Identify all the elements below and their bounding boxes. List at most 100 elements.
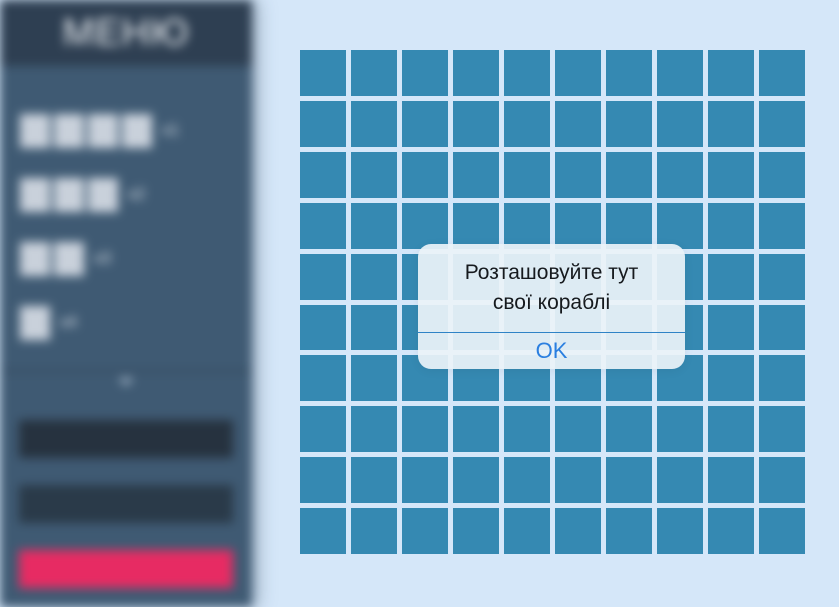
board-cell[interactable] — [504, 151, 550, 198]
board-cell[interactable] — [606, 151, 652, 198]
board-cell[interactable] — [351, 355, 397, 402]
board-cell[interactable] — [300, 253, 346, 300]
board-cell[interactable] — [300, 457, 346, 504]
ship-count: x1 — [162, 122, 179, 139]
board-cell[interactable] — [708, 151, 754, 198]
board-cell[interactable] — [453, 457, 499, 504]
board-cell[interactable] — [657, 151, 703, 198]
menu-title: МЕНЮ — [62, 11, 190, 54]
board-cell[interactable] — [759, 253, 805, 300]
board-cell[interactable] — [759, 100, 805, 147]
board-cell[interactable] — [453, 202, 499, 249]
ok-button[interactable]: OK — [418, 333, 685, 369]
board-cell[interactable] — [351, 304, 397, 351]
board-cell[interactable] — [300, 202, 346, 249]
ship-2-deck[interactable]: x3 — [20, 242, 252, 276]
ship-4-deck[interactable]: x1 — [20, 114, 252, 148]
board-cell[interactable] — [555, 50, 601, 96]
board-cell[interactable] — [759, 151, 805, 198]
board-cell[interactable] — [453, 406, 499, 453]
alert-message-line1: Розташовуйте тут — [464, 261, 639, 284]
board-cell[interactable] — [708, 50, 754, 96]
board-cell[interactable] — [504, 100, 550, 147]
board-cell[interactable] — [759, 508, 805, 554]
board-cell[interactable] — [504, 457, 550, 504]
board-cell[interactable] — [351, 151, 397, 198]
board-cell[interactable] — [300, 406, 346, 453]
board-cell[interactable] — [351, 50, 397, 96]
board-cell[interactable] — [708, 508, 754, 554]
board-cell[interactable] — [300, 151, 346, 198]
board-cell[interactable] — [555, 406, 601, 453]
board-cell[interactable] — [300, 50, 346, 96]
board-cell[interactable] — [504, 508, 550, 554]
board-cell[interactable] — [657, 406, 703, 453]
board-cell[interactable] — [708, 406, 754, 453]
ship-cell — [20, 114, 50, 148]
board-cell[interactable] — [351, 100, 397, 147]
board-cell[interactable] — [351, 457, 397, 504]
board-cell[interactable] — [300, 508, 346, 554]
ship-3-deck[interactable]: x2 — [20, 178, 252, 212]
board-cell[interactable] — [759, 50, 805, 96]
board-cell[interactable] — [351, 253, 397, 300]
board-cell[interactable] — [300, 100, 346, 147]
board-cell[interactable] — [504, 406, 550, 453]
board-cell[interactable] — [351, 508, 397, 554]
board-cell[interactable] — [555, 202, 601, 249]
board-cell[interactable] — [555, 457, 601, 504]
board-cell[interactable] — [606, 100, 652, 147]
board-cell[interactable] — [708, 304, 754, 351]
alert-message: Розташовуйте тут свої кораблі — [418, 244, 685, 332]
sidebar-divider — [0, 370, 252, 372]
sidebar-button-1[interactable] — [19, 420, 233, 458]
board-cell[interactable] — [402, 50, 448, 96]
board-cell[interactable] — [708, 457, 754, 504]
sidebar-button-primary[interactable] — [19, 550, 233, 588]
board-cell[interactable] — [759, 355, 805, 402]
board-cell[interactable] — [453, 100, 499, 147]
board-cell[interactable] — [300, 304, 346, 351]
board-cell[interactable] — [402, 508, 448, 554]
board-cell[interactable] — [708, 202, 754, 249]
sidebar-button-2[interactable] — [19, 485, 233, 523]
board-cell[interactable] — [504, 50, 550, 96]
board-cell[interactable] — [708, 253, 754, 300]
ship-cell — [20, 306, 50, 340]
board-cell[interactable] — [606, 50, 652, 96]
board-cell[interactable] — [555, 151, 601, 198]
board-cell[interactable] — [657, 202, 703, 249]
board-cell[interactable] — [708, 100, 754, 147]
board-cell[interactable] — [555, 508, 601, 554]
board-cell[interactable] — [759, 406, 805, 453]
board-cell[interactable] — [657, 457, 703, 504]
board-cell[interactable] — [657, 100, 703, 147]
chevron-down-icon[interactable] — [118, 378, 134, 386]
board-cell[interactable] — [453, 151, 499, 198]
board-cell[interactable] — [504, 202, 550, 249]
board-cell[interactable] — [402, 406, 448, 453]
board-cell[interactable] — [657, 50, 703, 96]
board-cell[interactable] — [453, 50, 499, 96]
fleet-list: x1 x2 x3 x4 — [0, 66, 252, 340]
board-cell[interactable] — [606, 508, 652, 554]
board-cell[interactable] — [759, 202, 805, 249]
board-cell[interactable] — [453, 508, 499, 554]
ship-1-deck[interactable]: x4 — [20, 306, 252, 340]
board-cell[interactable] — [402, 202, 448, 249]
board-cell[interactable] — [402, 457, 448, 504]
board-cell[interactable] — [402, 151, 448, 198]
board-cell[interactable] — [606, 406, 652, 453]
board-cell[interactable] — [555, 100, 601, 147]
board-cell[interactable] — [300, 355, 346, 402]
placement-alert: Розташовуйте тут свої кораблі OK — [418, 244, 685, 369]
board-cell[interactable] — [351, 406, 397, 453]
board-cell[interactable] — [759, 457, 805, 504]
board-cell[interactable] — [606, 457, 652, 504]
board-cell[interactable] — [657, 508, 703, 554]
board-cell[interactable] — [708, 355, 754, 402]
board-cell[interactable] — [351, 202, 397, 249]
board-cell[interactable] — [606, 202, 652, 249]
board-cell[interactable] — [402, 100, 448, 147]
board-cell[interactable] — [759, 304, 805, 351]
